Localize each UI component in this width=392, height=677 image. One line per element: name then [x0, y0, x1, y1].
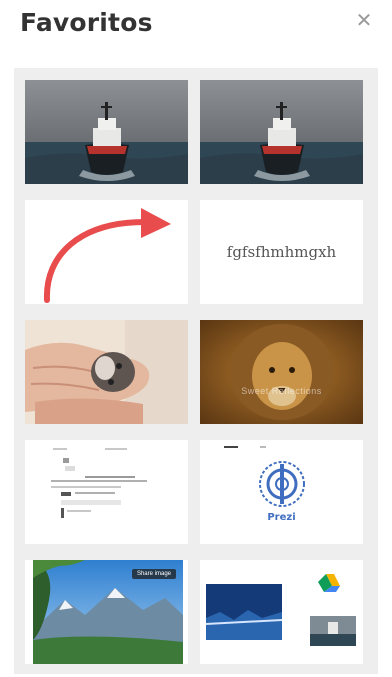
favorite-item-arrow[interactable] [25, 200, 188, 304]
favorite-item-mountain[interactable]: Share image [25, 560, 188, 664]
favorite-item-ship-2[interactable] [200, 80, 363, 184]
lion-overlay-text: Sweet Reflections [241, 386, 322, 396]
favorite-item-ship-1[interactable] [25, 80, 188, 184]
collage-thumbnail [200, 560, 363, 664]
close-icon[interactable]: ✕ [354, 10, 374, 30]
prezi-label: Prezi [267, 512, 296, 523]
red-arrow-drawing [43, 208, 171, 303]
ship-image [25, 80, 188, 184]
lion-image [200, 320, 363, 424]
prezi-logo-icon [200, 440, 363, 544]
favorite-item-document[interactable] [25, 440, 188, 544]
ship-image [200, 80, 363, 184]
favorite-item-kitten[interactable] [25, 320, 188, 424]
favorites-grid: fgfsfhmhmgxh Sweet Reflections Prezi Sha… [14, 68, 378, 674]
kitten-image [25, 320, 188, 424]
panel-header: Favoritos ✕ [0, 0, 392, 64]
document-thumbnail [25, 440, 188, 544]
text-thumbnail: fgfsfhmhmgxh [226, 243, 337, 261]
favorite-item-lion[interactable]: Sweet Reflections [200, 320, 363, 424]
favorite-item-text[interactable]: fgfsfhmhmgxh [200, 200, 363, 304]
favorite-item-collage[interactable] [200, 560, 363, 664]
favorite-item-prezi[interactable]: Prezi [200, 440, 363, 544]
panel-title: Favoritos [20, 8, 153, 37]
share-image-button[interactable]: Share image [131, 569, 176, 579]
